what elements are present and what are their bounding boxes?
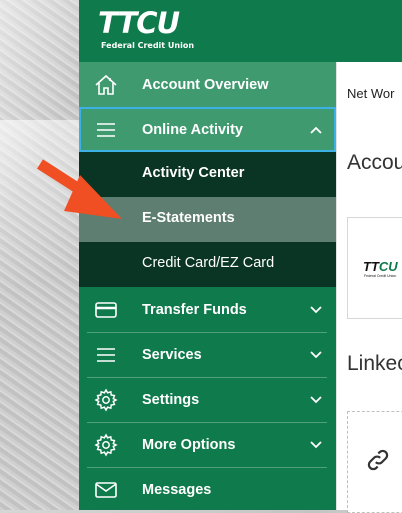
card-logo: TTCU: [363, 260, 398, 273]
submenu-item-credit-card[interactable]: Credit Card/EZ Card: [79, 242, 336, 287]
account-card[interactable]: TTCU Federal Credit Union: [347, 217, 402, 319]
main-content: Net Wor Accou TTCU Federal Credit Union …: [336, 0, 402, 513]
sidebar-item-label: Settings: [142, 391, 200, 408]
add-linked-account-card[interactable]: [347, 411, 402, 513]
sidebar-item-account-overview[interactable]: Account Overview: [79, 62, 336, 107]
divider: [336, 62, 337, 510]
chevron-down-icon: [310, 351, 322, 359]
submenu-item-label: Credit Card/EZ Card: [142, 255, 275, 271]
sidebar-item-online-activity[interactable]: Online Activity: [79, 107, 336, 152]
card-logo-text: TTCU: [363, 259, 398, 274]
submenu-item-label: E-Statements: [142, 210, 235, 226]
credit-card-icon: [95, 302, 117, 318]
ttcu-logo[interactable]: TTCU: [98, 9, 180, 38]
menu-icon: [97, 123, 115, 137]
pointer-arrow-icon: [37, 159, 122, 219]
sidebar-item-transfer-funds[interactable]: Transfer Funds: [79, 287, 336, 332]
submenu-item-label: Activity Center: [142, 165, 245, 181]
sidebar-item-label: Messages: [142, 481, 212, 498]
sidebar-item-label: Transfer Funds: [142, 301, 247, 318]
card-logo-subtitle: Federal Credit Union: [364, 274, 397, 278]
sidebar-nav: TTCU Federal Credit Union Account Overvi…: [79, 0, 336, 510]
link-icon: [367, 449, 389, 471]
sidebar-item-services[interactable]: Services: [79, 332, 336, 377]
chevron-down-icon: [310, 306, 322, 314]
sidebar-item-label: More Options: [142, 436, 236, 453]
sidebar-item-messages[interactable]: Messages: [79, 467, 336, 512]
sidebar-item-label: Account Overview: [142, 76, 269, 93]
linked-accounts-heading: Linkec: [347, 352, 402, 375]
header-bar: [336, 0, 402, 62]
chevron-down-icon: [310, 441, 322, 449]
logo-subtitle: Federal Credit Union: [101, 41, 195, 50]
net-worth-label: Net Wor: [347, 86, 395, 101]
accounts-heading: Accou: [347, 151, 402, 174]
sidebar-item-settings[interactable]: Settings: [79, 377, 336, 422]
sidebar-item-label: Online Activity: [142, 121, 243, 138]
sidebar-item-label: Services: [142, 346, 202, 363]
chevron-down-icon: [310, 396, 322, 404]
background-photo: [0, 0, 80, 510]
sidebar-item-more-options[interactable]: More Options: [79, 422, 336, 467]
menu-icon: [97, 348, 115, 362]
gear-icon: [94, 388, 118, 412]
home-icon: [95, 74, 117, 95]
logo-area: TTCU Federal Credit Union: [79, 0, 336, 62]
gear-icon: [94, 433, 118, 457]
chevron-up-icon: [310, 126, 322, 134]
mail-icon: [95, 482, 117, 498]
